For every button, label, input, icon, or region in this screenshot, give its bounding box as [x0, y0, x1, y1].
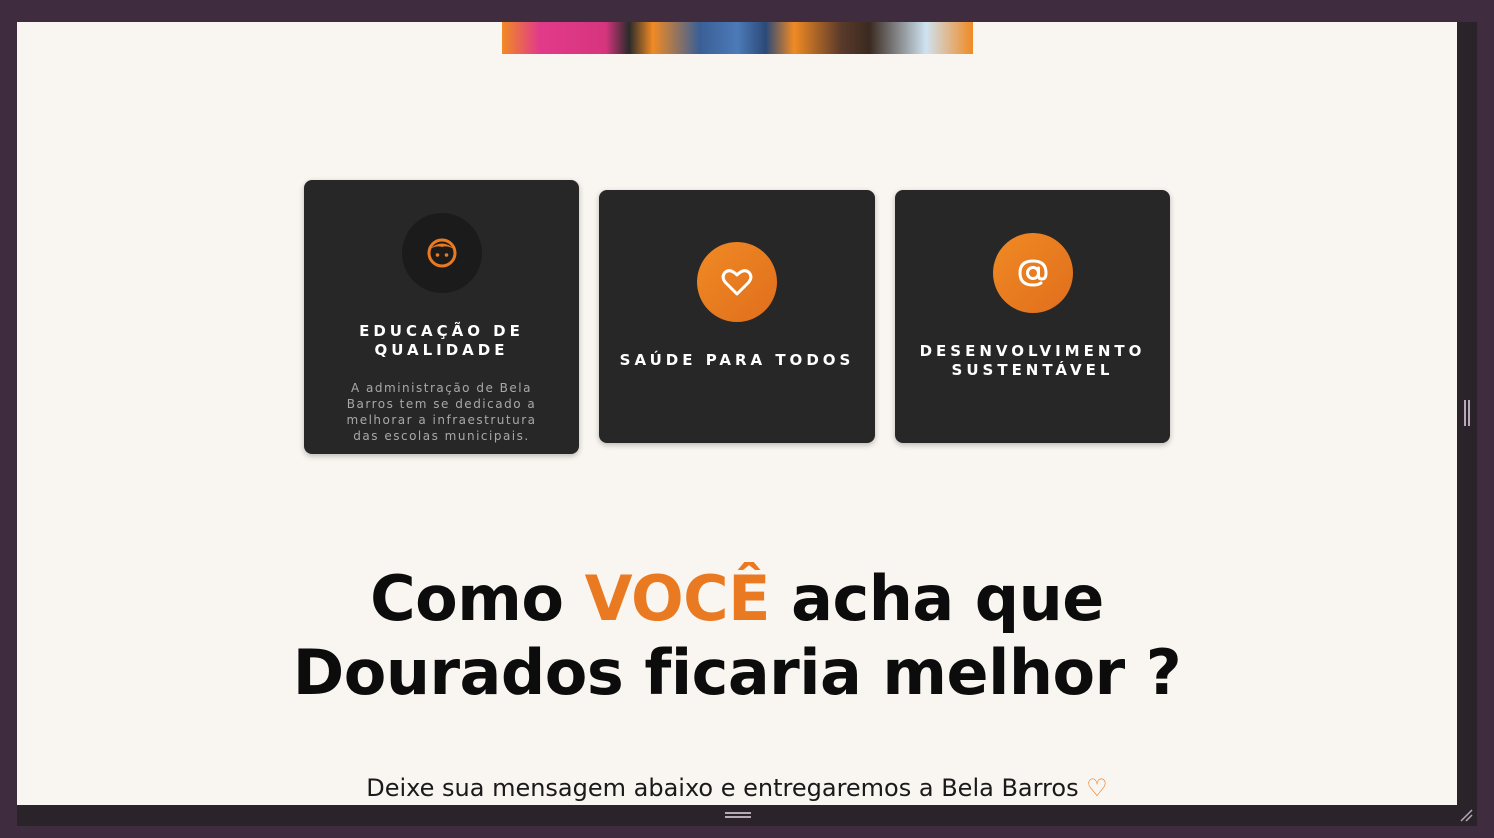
- headline-part1: Como: [370, 562, 585, 635]
- heart-outline-icon: ♡: [1086, 774, 1108, 802]
- page-headline: Como VOCÊ acha que Dourados ficaria melh…: [17, 562, 1457, 710]
- message-prompt: Deixe sua mensagem abaixo e entregaremos…: [17, 773, 1457, 803]
- message-prompt-text: Deixe sua mensagem abaixo e entregaremos…: [366, 774, 1087, 802]
- window-frame-top: [0, 0, 1494, 22]
- card-title: DESENVOLVIMENTO SUSTENTÁVEL: [919, 342, 1146, 379]
- card-education[interactable]: EDUCAÇÃO DE QUALIDADE A administração de…: [304, 180, 579, 454]
- heart-icon: [697, 242, 777, 322]
- resize-handle-icon[interactable]: [1459, 808, 1473, 822]
- page-viewport: EDUCAÇÃO DE QUALIDADE A administração de…: [17, 22, 1457, 805]
- headline-accent: VOCÊ: [584, 562, 771, 635]
- headline-part2: acha que: [770, 562, 1104, 635]
- hero-photo: [502, 22, 973, 54]
- card-description: A administração de Bela Barros tem se de…: [346, 381, 537, 443]
- at-sign-icon: [993, 233, 1073, 313]
- headline-line2: Dourados ficaria melhor ?: [292, 636, 1182, 709]
- child-face-icon: [402, 213, 482, 293]
- card-title: SAÚDE PARA TODOS: [619, 351, 855, 369]
- splitter-grip-icon[interactable]: [725, 812, 751, 818]
- splitter-grip-icon[interactable]: [1464, 400, 1470, 426]
- card-health[interactable]: SAÚDE PARA TODOS: [599, 190, 875, 443]
- card-sustainability[interactable]: DESENVOLVIMENTO SUSTENTÁVEL: [895, 190, 1170, 443]
- card-title: EDUCAÇÃO DE QUALIDADE: [359, 322, 524, 359]
